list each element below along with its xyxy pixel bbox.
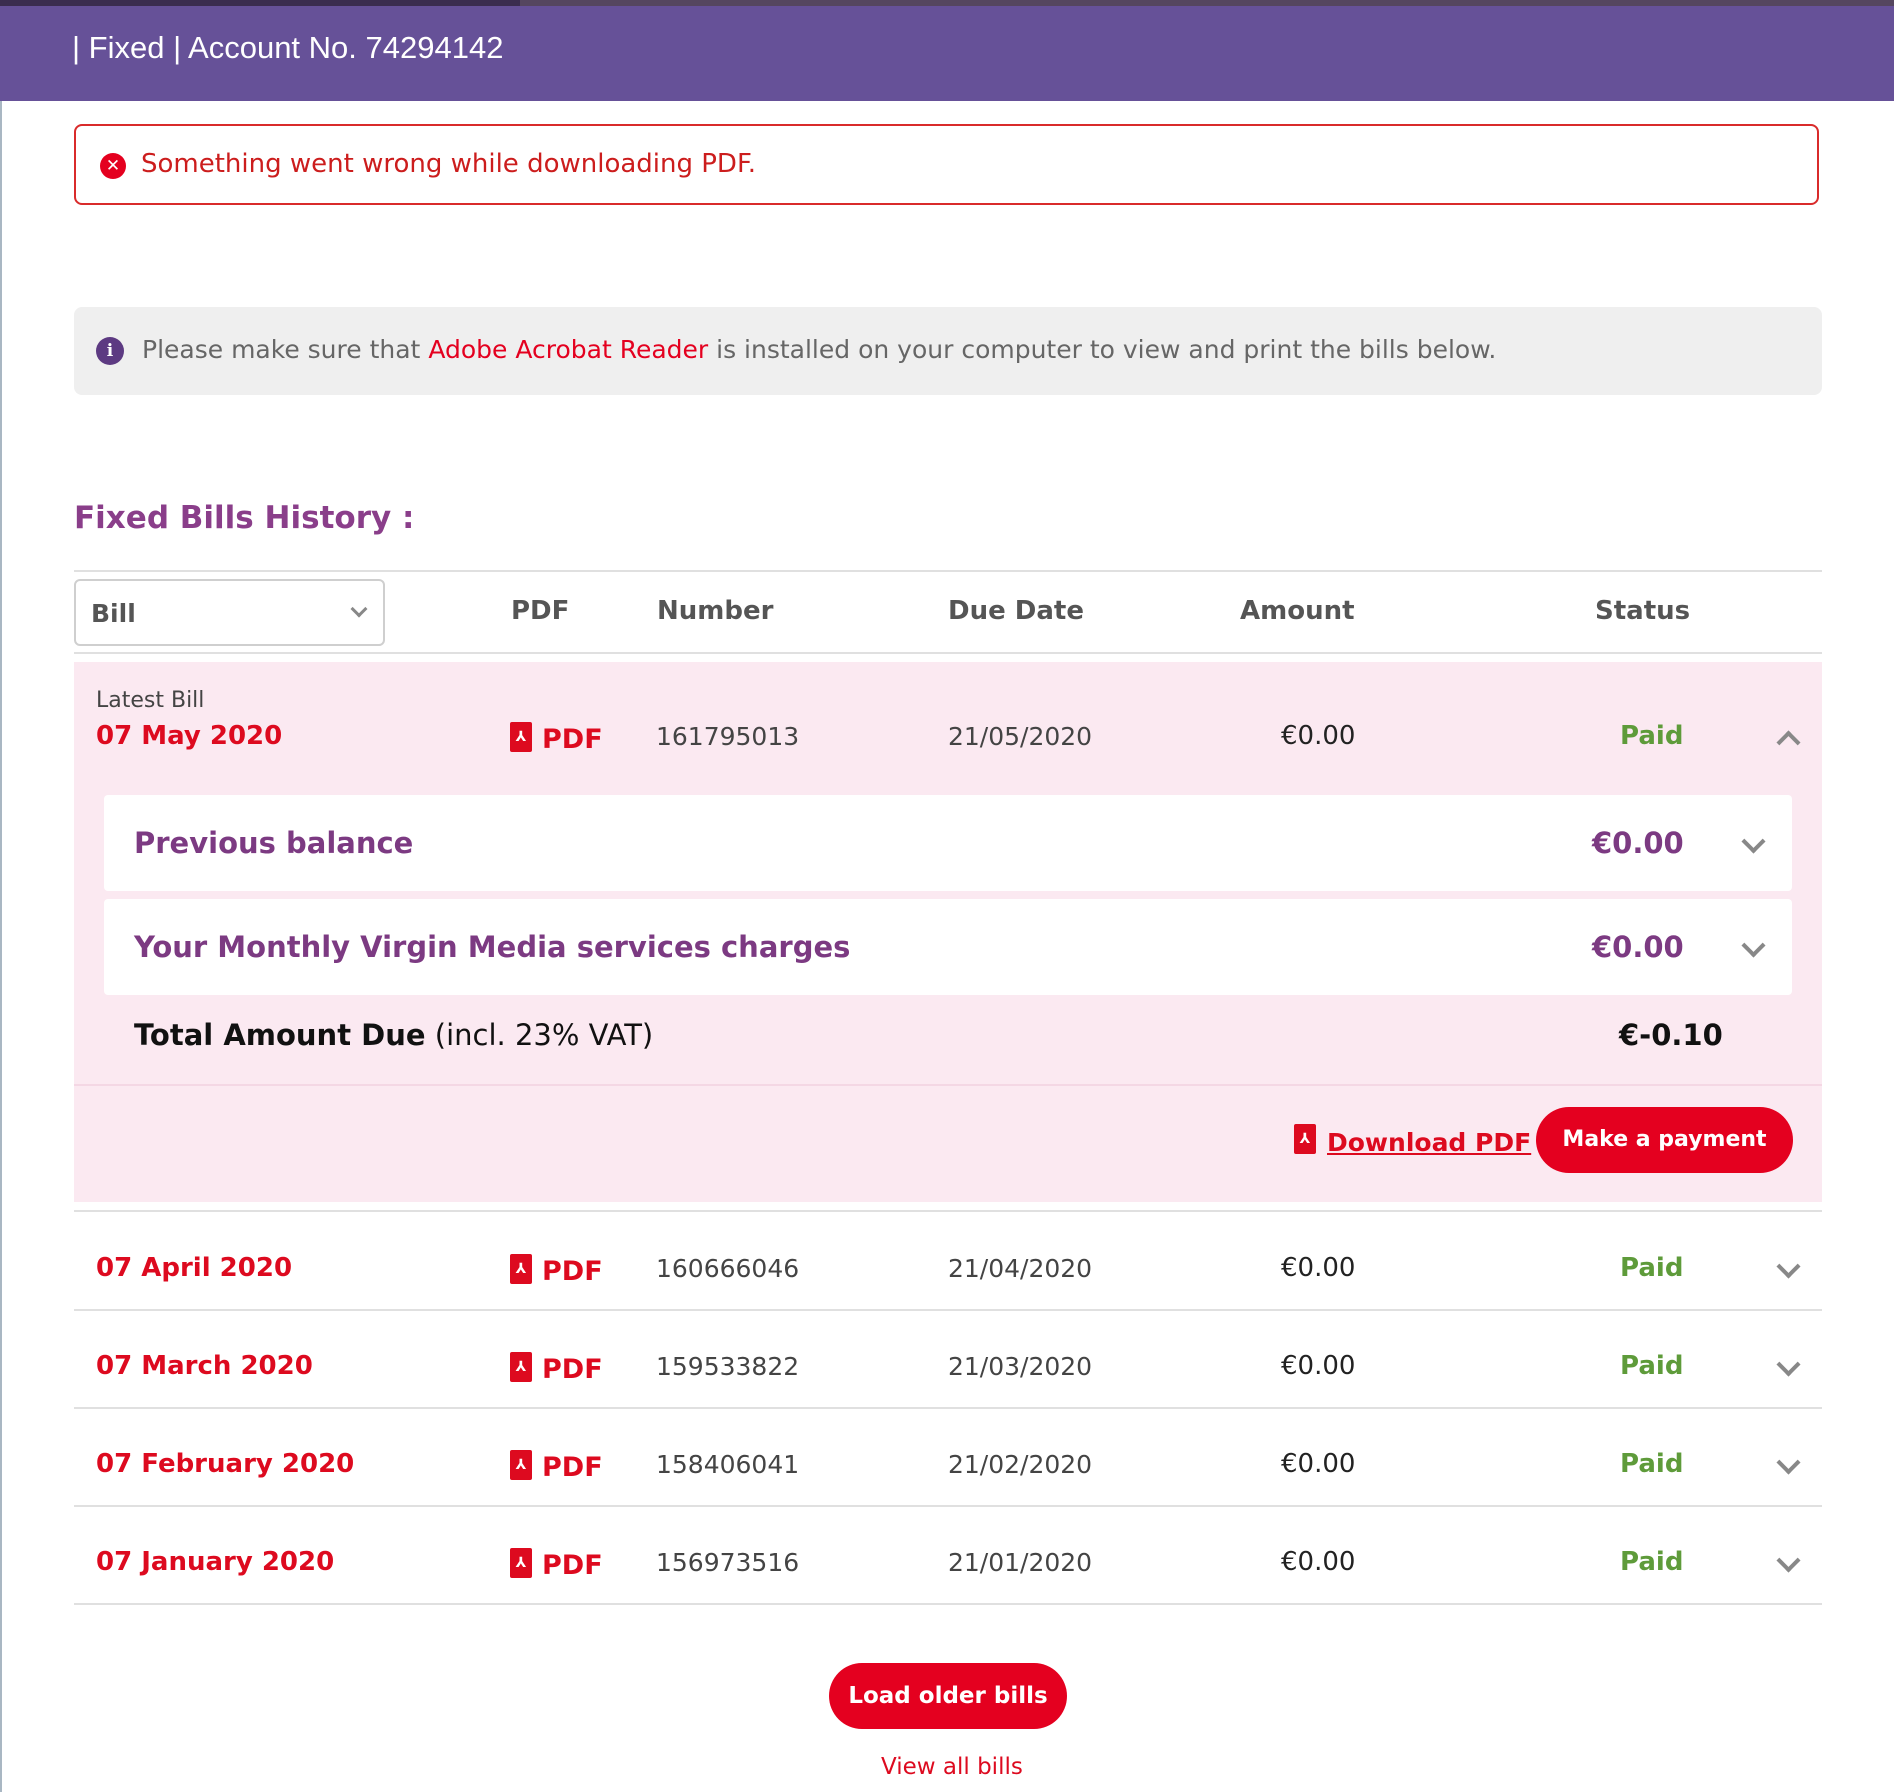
bill-number: 161795013 (656, 722, 800, 751)
total-label: Total Amount Due (134, 1018, 426, 1052)
error-alert: ✕ Something went wrong while downloading… (74, 124, 1819, 205)
pdf-link[interactable]: PDF (542, 724, 603, 755)
monthly-charges-amount: €0.00 (1592, 930, 1684, 964)
bill-amount: €0.00 (1281, 1253, 1356, 1283)
bill-due-date: 21/01/2020 (948, 1548, 1093, 1577)
latest-bill-label: Latest Bill (96, 688, 205, 713)
bill-date[interactable]: 07 March 2020 (96, 1351, 313, 1381)
previous-balance-card[interactable]: Previous balance €0.00 (104, 795, 1792, 891)
bill-number: 160666046 (656, 1254, 800, 1283)
latest-bill-bottom-divider (74, 1210, 1822, 1212)
window-left-edge (0, 100, 2, 1792)
error-message: Something went wrong while downloading P… (141, 149, 756, 179)
row-divider (74, 1505, 1822, 1507)
chevron-down-icon (350, 600, 368, 618)
view-all-bills-link[interactable]: View all bills (881, 1754, 1023, 1780)
total-amount-due-label: Total Amount Due (incl. 23% VAT) (134, 1018, 653, 1052)
chevron-down-icon[interactable] (1776, 1450, 1801, 1475)
account-number-label: | Fixed | Account No. 74294142 (72, 30, 504, 65)
pdf-icon: ⅄ (510, 1352, 532, 1382)
row-divider (74, 1407, 1822, 1409)
bill-number: 158406041 (656, 1450, 800, 1479)
bill-status: Paid (1620, 1449, 1684, 1479)
pdf-icon: ⅄ (510, 1254, 532, 1284)
column-header-due-date: Due Date (948, 596, 1084, 626)
bill-date[interactable]: 07 April 2020 (96, 1253, 292, 1283)
info-text-before: Please make sure that (142, 335, 429, 364)
pdf-link[interactable]: PDF (542, 1256, 603, 1287)
bill-due-date: 21/05/2020 (948, 722, 1093, 751)
bill-status: Paid (1620, 1547, 1684, 1577)
pdf-icon: ⅄ (510, 1548, 532, 1578)
acrobat-reader-link[interactable]: Adobe Acrobat Reader (428, 335, 708, 364)
chevron-down-icon (1741, 829, 1766, 854)
bill-due-date: 21/02/2020 (948, 1450, 1093, 1479)
bill-date[interactable]: 07 May 2020 (96, 721, 282, 751)
pdf-icon: ⅄ (1294, 1124, 1316, 1154)
chevron-down-icon[interactable] (1776, 1254, 1801, 1279)
total-vat-note: (incl. 23% VAT) (425, 1018, 654, 1052)
bill-amount: €0.00 (1281, 1449, 1356, 1479)
bill-status: Paid (1620, 1253, 1684, 1283)
load-older-bills-button[interactable]: Load older bills (829, 1663, 1067, 1729)
bill-date[interactable]: 07 January 2020 (96, 1547, 334, 1577)
bill-due-date: 21/04/2020 (948, 1254, 1093, 1283)
info-icon: i (96, 337, 124, 365)
pdf-icon: ⅄ (510, 1450, 532, 1480)
make-a-payment-button[interactable]: Make a payment (1536, 1107, 1793, 1173)
column-header-status: Status (1595, 596, 1691, 626)
bill-amount: €0.00 (1281, 721, 1356, 751)
section-title: Fixed Bills History : (74, 500, 415, 536)
latest-bill-actions-divider (74, 1084, 1822, 1086)
bill-number: 159533822 (656, 1352, 800, 1381)
bill-number: 156973516 (656, 1548, 800, 1577)
monthly-charges-label: Your Monthly Virgin Media services charg… (134, 930, 851, 964)
x-circle-icon: ✕ (100, 153, 126, 179)
account-header: | Fixed | Account No. 74294142 (0, 6, 1894, 101)
bill-due-date: 21/03/2020 (948, 1352, 1093, 1381)
column-header-amount: Amount (1240, 596, 1355, 626)
bill-type-select[interactable]: Bill (74, 579, 385, 646)
chevron-down-icon (1741, 933, 1766, 958)
monthly-charges-card[interactable]: Your Monthly Virgin Media services charg… (104, 899, 1792, 995)
info-banner: i Please make sure that Adobe Acrobat Re… (74, 307, 1822, 395)
bill-amount: €0.00 (1281, 1547, 1356, 1577)
row-divider (74, 1603, 1822, 1605)
column-header-number: Number (657, 596, 774, 626)
info-text: Please make sure that Adobe Acrobat Read… (142, 335, 1496, 364)
pdf-link[interactable]: PDF (542, 1550, 603, 1581)
chevron-down-icon[interactable] (1776, 1352, 1801, 1377)
bill-status: Paid (1620, 1351, 1684, 1381)
total-amount-due-value: €-0.10 (1619, 1018, 1723, 1052)
table-header-divider (74, 652, 1822, 654)
bill-amount: €0.00 (1281, 1351, 1356, 1381)
bill-date[interactable]: 07 February 2020 (96, 1449, 354, 1479)
info-text-after: is installed on your computer to view an… (708, 335, 1497, 364)
row-divider (74, 1309, 1822, 1311)
chevron-down-icon[interactable] (1776, 1548, 1801, 1573)
download-pdf-link[interactable]: Download PDF (1327, 1128, 1531, 1157)
pdf-icon: ⅄ (510, 722, 532, 752)
column-header-pdf: PDF (511, 596, 570, 626)
bill-status: Paid (1620, 721, 1684, 751)
pdf-link[interactable]: PDF (542, 1354, 603, 1385)
previous-balance-amount: €0.00 (1592, 826, 1684, 860)
pdf-link[interactable]: PDF (542, 1452, 603, 1483)
previous-balance-label: Previous balance (134, 826, 414, 860)
table-top-divider (74, 570, 1822, 572)
bill-type-select-value: Bill (91, 599, 136, 628)
